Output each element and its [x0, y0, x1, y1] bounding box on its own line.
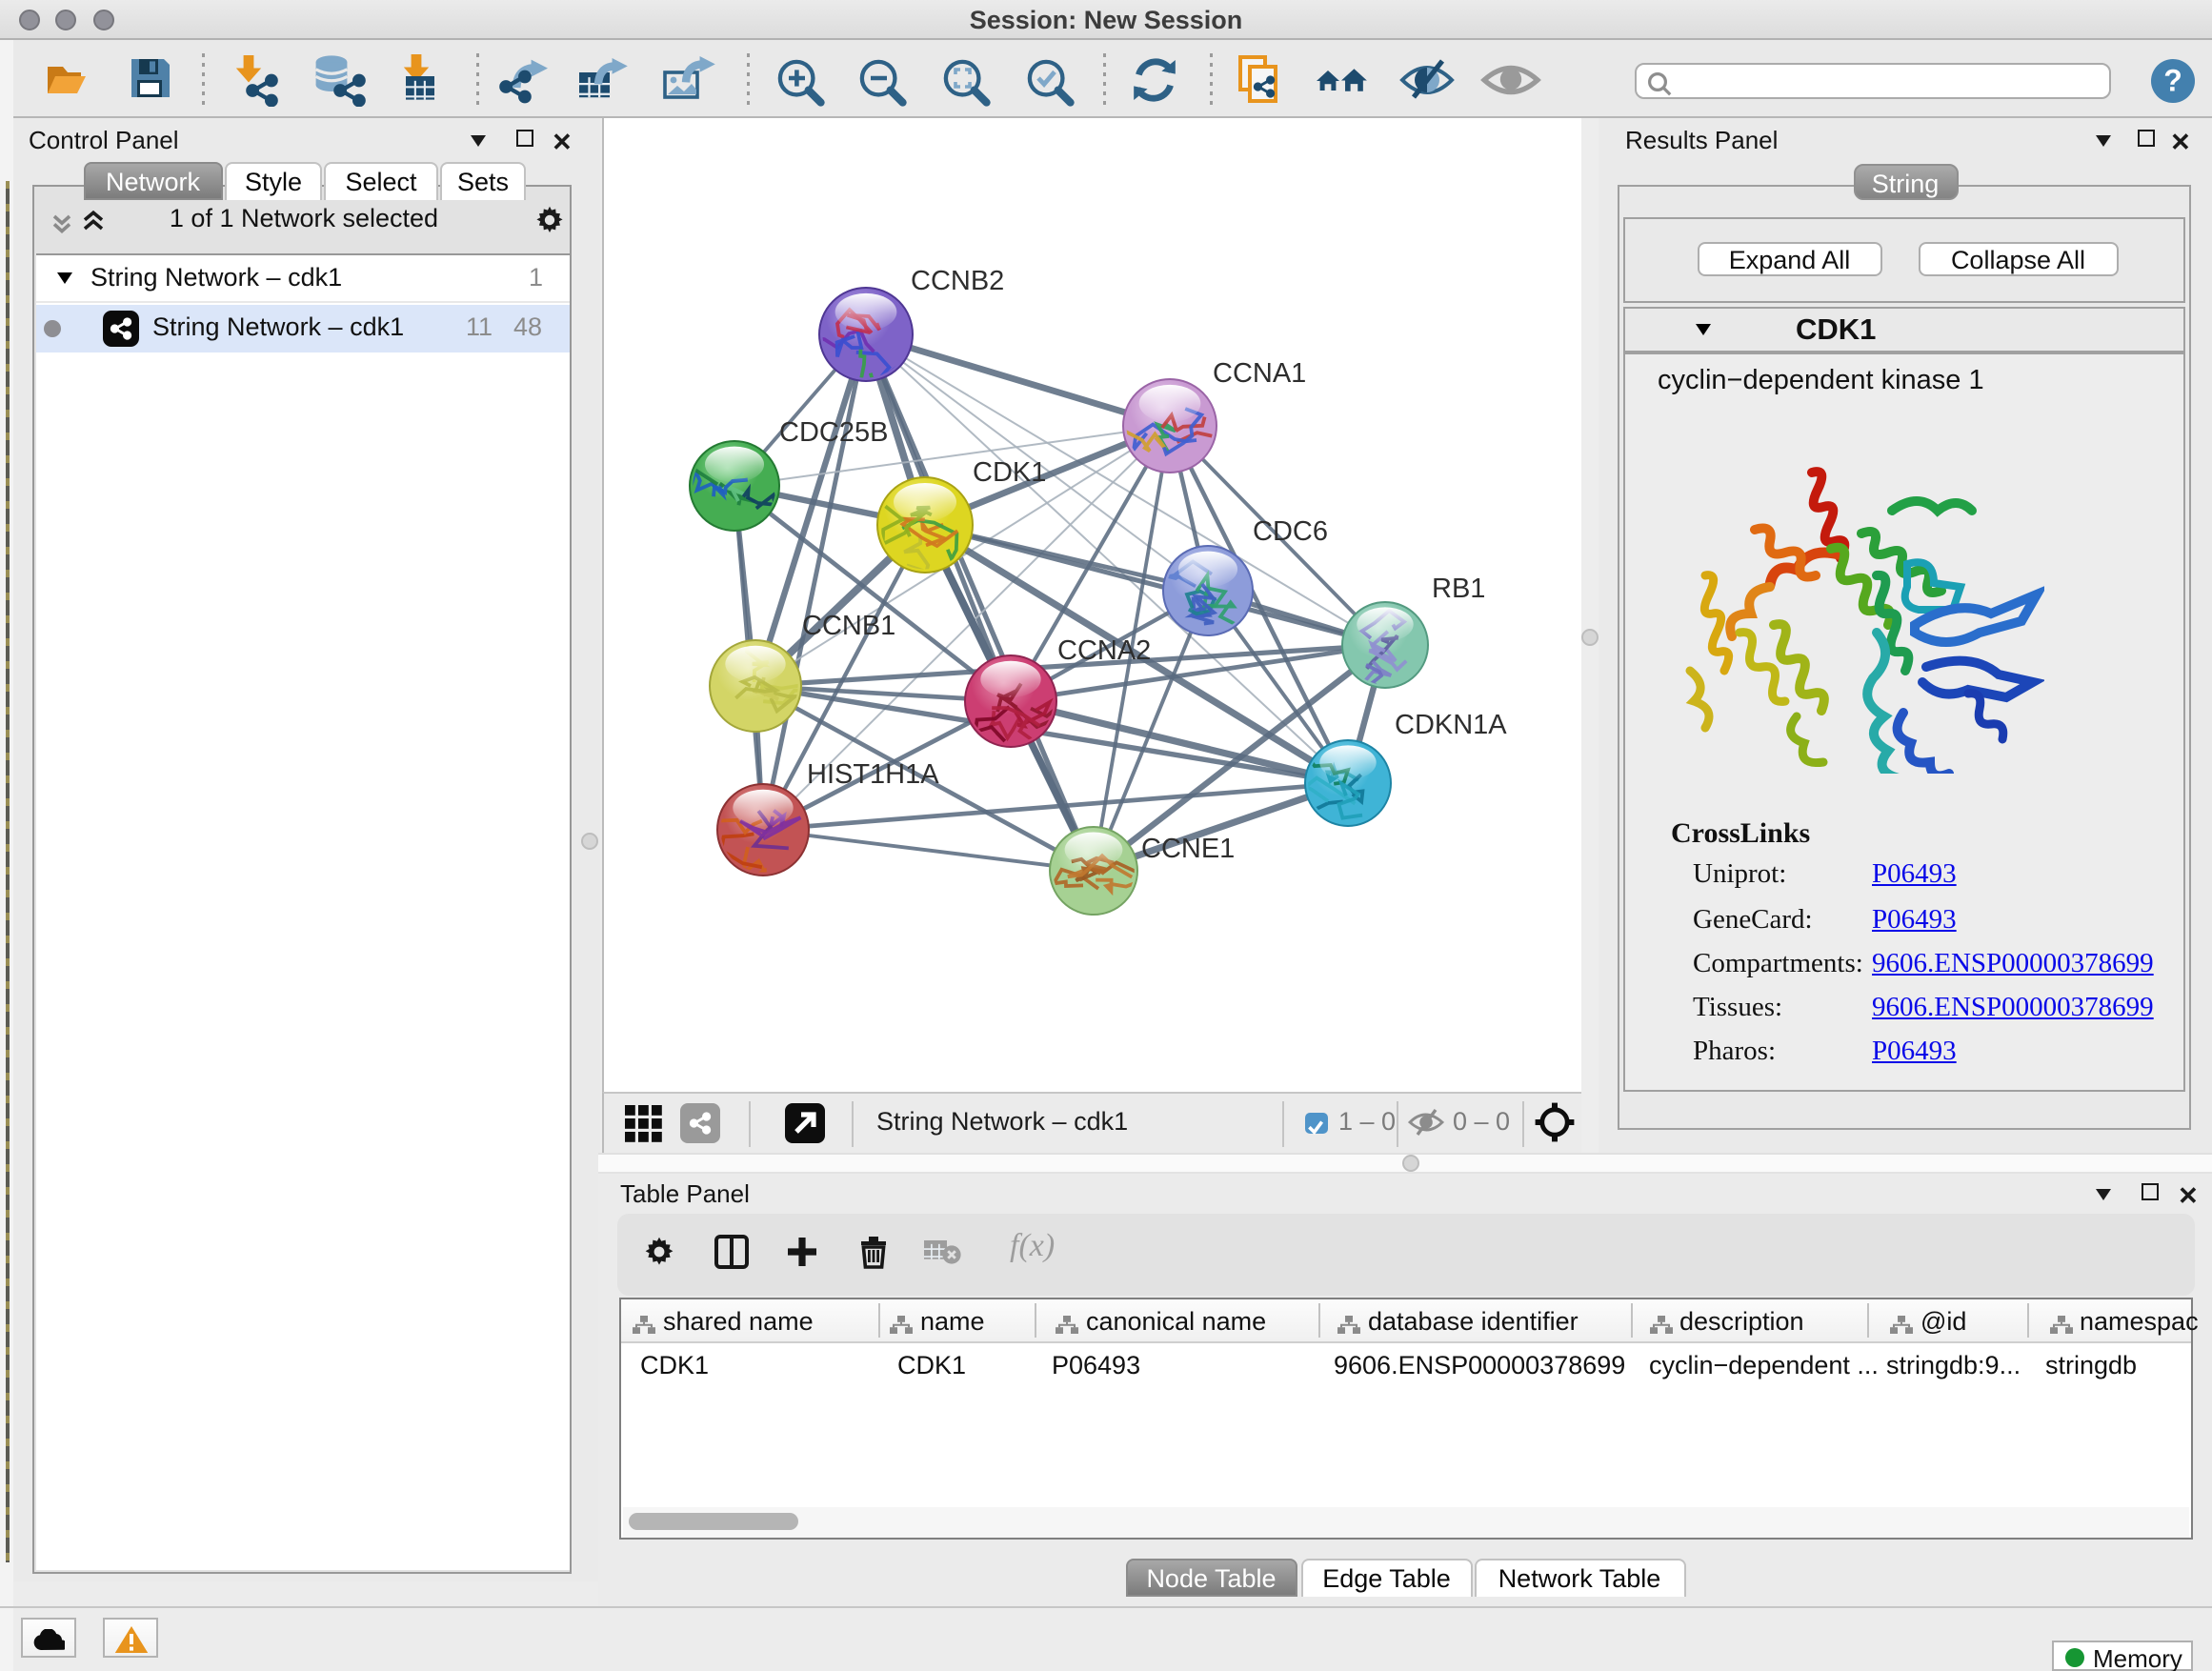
- svg-text:HIST1H1A: HIST1H1A: [806, 759, 938, 790]
- svg-text:CDK1: CDK1: [972, 457, 1045, 488]
- svg-text:RB1: RB1: [1431, 574, 1484, 604]
- svg-text:?: ?: [2163, 64, 2182, 98]
- svg-text:CDKN1A: CDKN1A: [1394, 710, 1506, 740]
- svg-text:CDC6: CDC6: [1252, 516, 1327, 547]
- svg-text:CCNA1: CCNA1: [1212, 358, 1305, 389]
- svg-text:CDC25B: CDC25B: [778, 417, 887, 448]
- svg-text:CCNA2: CCNA2: [1056, 635, 1150, 666]
- svg-text:CCNE1: CCNE1: [1140, 834, 1234, 864]
- svg-text:CCNB1: CCNB1: [801, 611, 895, 641]
- svg-text:CCNB2: CCNB2: [910, 266, 1003, 296]
